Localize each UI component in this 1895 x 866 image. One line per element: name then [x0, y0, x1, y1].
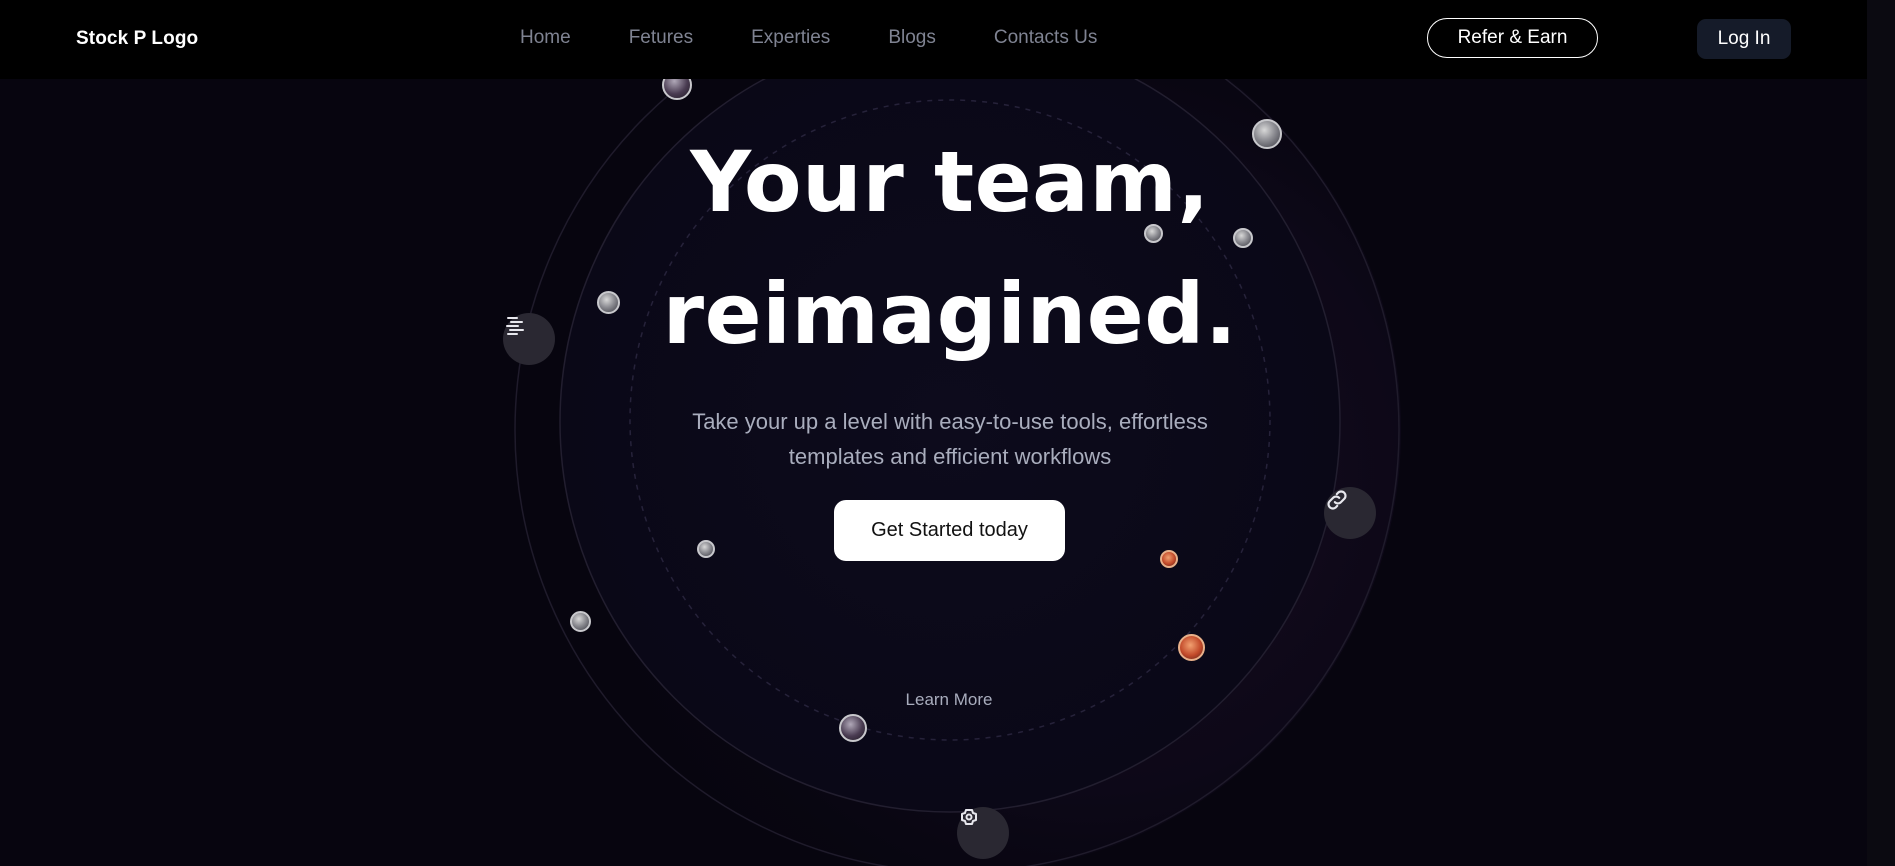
learn-more-link[interactable]: Learn More [849, 690, 1049, 710]
nav-link-features[interactable]: Fetures [629, 27, 693, 49]
nav-link-blogs[interactable]: Blogs [888, 27, 936, 49]
nav-links: Home Fetures Experties Blogs Contacts Us [520, 27, 1155, 49]
scrollbar-track[interactable] [1867, 0, 1895, 866]
hero-subtitle-line-2: templates and efficient workflows [788, 444, 1112, 469]
refer-earn-button[interactable]: Refer & Earn [1427, 18, 1598, 58]
hero-subtitle: Take your up a level with easy-to-use to… [640, 404, 1260, 474]
login-button[interactable]: Log In [1697, 19, 1791, 59]
hero-title-line-1: Your team, [690, 133, 1210, 231]
navbar: Stock P Logo Home Fetures Experties Blog… [0, 0, 1867, 79]
orbit-avatar [1233, 228, 1253, 248]
hero-title-line-2: reimagined. [662, 265, 1238, 363]
hero-background: Your team, reimagined. Take your up a le… [0, 0, 1867, 866]
link-icon [1324, 487, 1376, 539]
nav-link-experties[interactable]: Experties [751, 27, 830, 49]
get-started-button[interactable]: Get Started today [834, 500, 1065, 561]
orbit-avatar [570, 611, 591, 632]
hero-subtitle-line-1: Take your up a level with easy-to-use to… [692, 409, 1208, 434]
nav-link-home[interactable]: Home [520, 27, 571, 49]
list-icon [503, 313, 555, 365]
nav-link-contacts[interactable]: Contacts Us [994, 27, 1097, 49]
site-logo[interactable]: Stock P Logo [76, 28, 198, 50]
orbit-avatar [839, 714, 867, 742]
orbit-avatar [697, 540, 715, 558]
gear-icon [957, 807, 1009, 859]
orbit-avatar [1160, 550, 1178, 568]
orbit-avatar [1178, 634, 1205, 661]
